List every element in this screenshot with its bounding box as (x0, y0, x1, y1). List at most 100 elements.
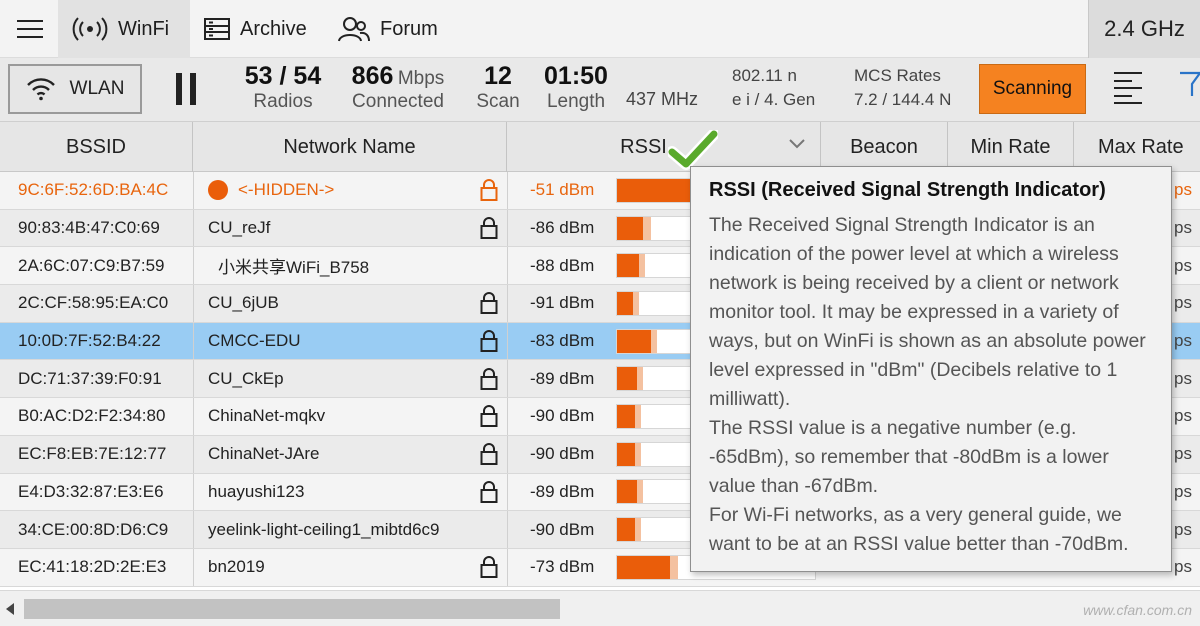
column-divider (193, 398, 194, 435)
mcs-rates-value: 7.2 / 144.4 N (854, 91, 952, 108)
network-name-label: yeelink-light-ceiling1_mibtd6c9 (208, 519, 440, 539)
lock-icon (478, 285, 500, 322)
rssi-value: -91 dBm (530, 293, 595, 313)
column-divider (193, 473, 194, 511)
rssi-value: -89 dBm (530, 368, 595, 388)
rssi-bar-peak (642, 216, 651, 240)
rssi-bar-peak (636, 367, 643, 391)
network-name-cell: 小米共享WiFi_B758 (208, 247, 498, 284)
tooltip-title: RSSI (Received Signal Strength Indicator… (709, 179, 1106, 201)
pause-icon[interactable] (176, 73, 196, 105)
lock-icon (478, 323, 500, 360)
chevron-down-icon[interactable] (788, 138, 806, 150)
table-header: BSSID Network Name RSSI Beacon Min Rate … (0, 122, 1200, 172)
rssi-value: -86 dBm (530, 218, 595, 238)
watermark: www.cfan.com.cn (1083, 602, 1192, 618)
band-selector[interactable]: 2.4 GHz (1088, 0, 1200, 58)
tab-forum[interactable]: Forum (338, 0, 448, 58)
column-divider (507, 247, 508, 285)
rssi-bar-peak (634, 404, 641, 428)
tab-label: Forum (380, 17, 438, 40)
bssid-cell: 90:83:4B:47:C0:69 (18, 218, 160, 238)
network-name-cell: CU_6jUB (208, 285, 498, 322)
signal-broadcast-icon (72, 17, 108, 41)
network-name-label: 小米共享WiFi_B758 (218, 258, 370, 278)
column-header-beacon[interactable]: Beacon (821, 122, 948, 172)
rssi-tooltip: RSSI (Received Signal Strength Indicator… (690, 166, 1172, 572)
column-divider (193, 435, 194, 473)
lock-icon (478, 474, 500, 511)
max-rate-cell: ps (1174, 444, 1192, 464)
tab-archive[interactable]: Archive (204, 0, 324, 58)
network-name-label: bn2019 (208, 557, 265, 577)
scan-stat: 12 Scan (470, 64, 526, 112)
people-icon (338, 16, 370, 42)
horizontal-scrollbar[interactable] (0, 590, 1200, 626)
network-name-cell: CMCC-EDU (208, 323, 498, 360)
bssid-cell: DC:71:37:39:F0:91 (18, 368, 162, 388)
wifi-icon (26, 78, 55, 101)
bssid-cell: 10:0D:7F:52:B4:22 (18, 331, 161, 351)
bssid-cell: 2A:6C:07:C9:B7:59 (18, 255, 165, 275)
column-divider (507, 360, 508, 398)
wlan-label: WLAN (69, 78, 125, 99)
standard-line1: 802.11 n (732, 66, 797, 85)
lock-icon (478, 210, 500, 247)
column-divider (507, 172, 508, 209)
max-rate-cell: ps (1174, 255, 1192, 275)
rssi-bar-fill (617, 329, 651, 353)
network-name-cell: bn2019 (208, 549, 498, 586)
status-bar: WLAN 53 / 54 Radios 866 Mbps Connected 1… (0, 58, 1200, 122)
connected-value: 866 (351, 62, 394, 90)
hidden-network-dot-icon (208, 180, 228, 201)
scroll-left-icon[interactable] (6, 603, 14, 615)
list-view-icon[interactable] (1114, 72, 1142, 104)
frequency-value: 437 MHz (626, 89, 699, 109)
rssi-value: -89 dBm (530, 481, 595, 501)
tooltip-paragraph: The RSSI value is a negative number (e.g… (709, 417, 1109, 497)
hamburger-menu-icon[interactable] (4, 6, 56, 52)
rssi-value: -90 dBm (530, 406, 595, 426)
column-header-rssi[interactable]: RSSI (507, 122, 821, 172)
top-navigation: WinFi Archive Forum 2.4 GHz (0, 0, 1200, 58)
lock-icon (478, 360, 500, 397)
rssi-bar-peak (670, 555, 679, 579)
tab-winfi[interactable]: WinFi (58, 0, 190, 58)
lock-icon (478, 436, 500, 473)
rssi-bar-peak (634, 442, 641, 466)
column-header-network-name[interactable]: Network Name (193, 122, 507, 172)
scrollbar-thumb[interactable] (24, 599, 560, 619)
network-name-cell: yeelink-light-ceiling1_mibtd6c9 (208, 511, 498, 548)
column-divider (507, 435, 508, 473)
checkmark-icon (668, 130, 718, 170)
network-name-cell: ChinaNet-JAre (208, 436, 498, 473)
wlan-button[interactable]: WLAN (8, 64, 142, 114)
network-name-label: ChinaNet-mqkv (208, 406, 326, 426)
column-divider (507, 322, 508, 360)
connected-unit: Mbps (397, 68, 445, 89)
radios-value: 53 / 54 (244, 62, 322, 90)
bssid-cell: 2C:CF:58:95:EA:C0 (18, 293, 169, 313)
radios-label: Radios (253, 91, 313, 112)
column-divider (507, 285, 508, 322)
column-divider (507, 548, 508, 586)
connected-stat: 866 Mbps Connected (342, 62, 454, 112)
network-name-cell: <-HIDDEN-> (208, 172, 498, 209)
lock-icon (478, 398, 500, 435)
rssi-bar-fill (617, 480, 637, 504)
column-header-bssid[interactable]: BSSID (0, 122, 193, 172)
max-rate-cell: ps (1174, 293, 1192, 313)
network-name-cell: huayushi123 (208, 474, 498, 511)
network-name-label: CMCC-EDU (208, 331, 301, 351)
rssi-bar-peak (632, 291, 639, 315)
scanning-button[interactable]: Scanning (979, 64, 1086, 114)
rssi-value: -83 dBm (530, 331, 595, 351)
column-header-min-rate[interactable]: Min Rate (948, 122, 1074, 172)
rssi-value: -90 dBm (530, 519, 595, 539)
column-header-max-rate[interactable]: Max Rate (1074, 122, 1200, 172)
column-divider (507, 473, 508, 511)
tab-label: Archive (240, 17, 307, 40)
filter-icon[interactable] (1180, 70, 1200, 104)
column-divider (507, 398, 508, 435)
max-rate-cell: ps (1174, 519, 1192, 539)
